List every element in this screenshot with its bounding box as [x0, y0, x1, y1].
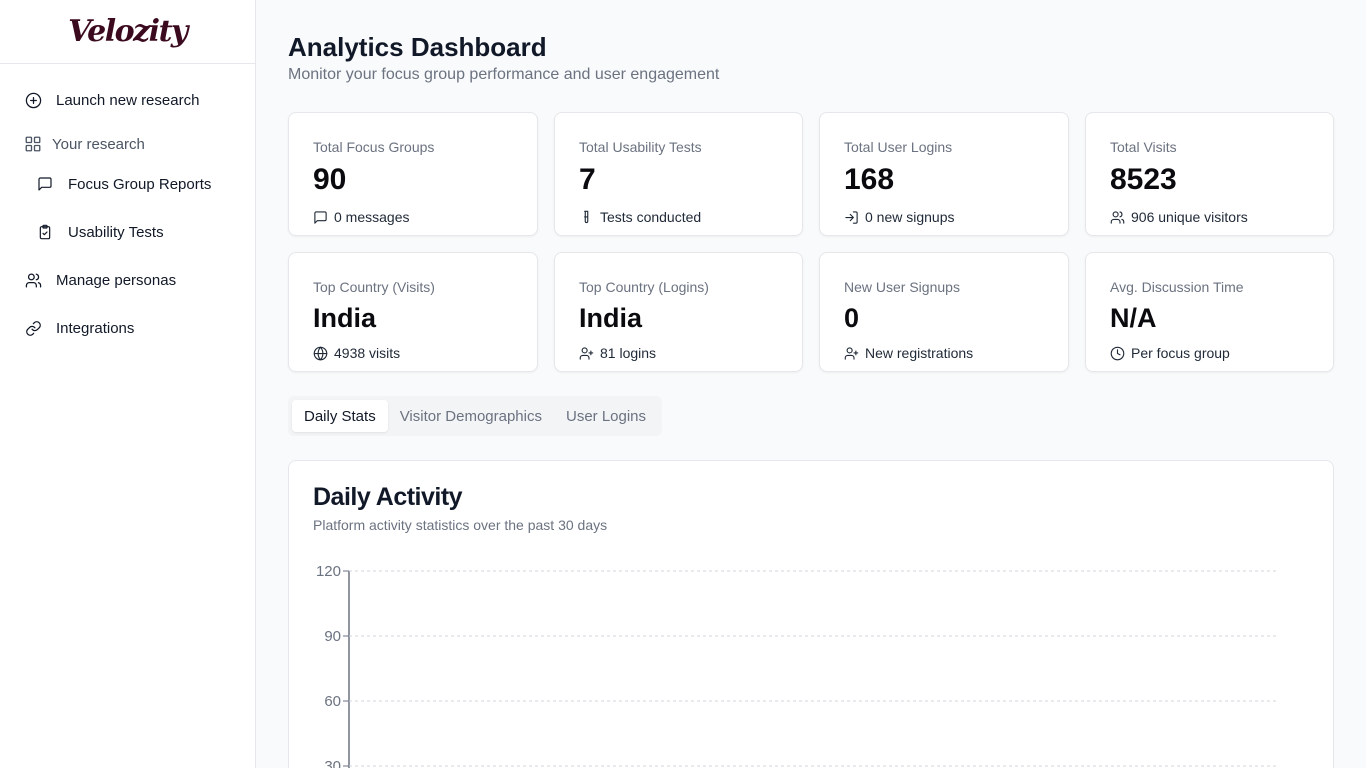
stat-label: Total Visits — [1110, 139, 1177, 155]
stat-card-top-country-visits: Top Country (Visits) India 4938 visits — [288, 252, 538, 372]
stat-card-total-focus-groups: Total Focus Groups 90 0 messages — [288, 112, 538, 236]
stat-sub-text: Per focus group — [1131, 345, 1230, 361]
stat-card-top-country-logins: Top Country (Logins) India 81 logins — [554, 252, 803, 372]
page-title: Analytics Dashboard — [288, 32, 547, 62]
sidebar-item-focus-group-reports[interactable]: Focus Group Reports — [36, 175, 211, 193]
stat-label: Total Focus Groups — [313, 139, 435, 155]
plus-circle-icon — [24, 91, 42, 109]
tab-daily-stats[interactable]: Daily Stats — [292, 400, 388, 432]
daily-activity-panel: Daily Activity Platform activity statist… — [288, 460, 1334, 768]
stat-sub: New registrations — [844, 345, 973, 361]
stat-sub-text: Tests conducted — [600, 209, 702, 225]
sidebar-item-label: Your research — [52, 135, 145, 153]
sidebar-item-usability-tests[interactable]: Usability Tests — [36, 223, 164, 241]
stat-value: 8523 — [1110, 163, 1177, 196]
link-icon — [24, 319, 42, 337]
stat-label: Top Country (Logins) — [579, 279, 709, 295]
message-square-icon — [314, 210, 327, 224]
log-in-icon — [845, 210, 858, 224]
users-icon — [24, 271, 42, 289]
stat-sub: Per focus group — [1110, 345, 1230, 361]
stat-value: India — [313, 303, 377, 333]
stat-sub: 0 messages — [313, 209, 409, 225]
stat-value: 168 — [844, 163, 895, 196]
stat-value: 7 — [579, 163, 596, 196]
sidebar-item-label: Launch new research — [56, 91, 200, 109]
tab-visitor-demographics[interactable]: Visitor Demographics — [388, 400, 554, 432]
stat-card-avg-discussion-time: Avg. Discussion Time N/A Per focus group — [1085, 252, 1334, 372]
stat-sub: Tests conducted — [579, 209, 701, 225]
stat-sub-text: 4938 visits — [334, 345, 401, 361]
sidebar-item-launch-new-research[interactable]: Launch new research — [24, 91, 199, 109]
app-logo[interactable]: Velozity — [68, 14, 188, 49]
stat-card-total-user-logins: Total User Logins 168 0 new signups — [819, 112, 1069, 236]
clipboard-check-icon — [36, 223, 54, 241]
user-plus-icon — [579, 346, 594, 360]
stat-sub: 4938 visits — [313, 345, 400, 361]
y-tick-label: 90 — [324, 628, 341, 645]
stat-sub: 0 new signups — [844, 209, 955, 225]
stat-value: 0 — [844, 303, 860, 333]
stats-tabs: Daily Stats Visitor Demographics User Lo… — [288, 396, 663, 436]
stat-card-total-visits: Total Visits 8523 906 unique visitors — [1085, 112, 1334, 236]
sidebar-item-manage-personas[interactable]: Manage personas — [24, 271, 176, 289]
sidebar-item-integrations[interactable]: Integrations — [24, 319, 134, 337]
sidebar-item-label: Focus Group Reports — [68, 175, 212, 193]
stat-value: 90 — [313, 163, 347, 196]
stat-sub-text: New registrations — [865, 345, 974, 361]
grid-icon — [24, 135, 42, 153]
stat-label: Top Country (Visits) — [313, 279, 435, 295]
stat-value: India — [579, 303, 643, 333]
stat-label: Total Usability Tests — [579, 139, 702, 155]
stat-sub-text: 0 messages — [334, 209, 410, 225]
y-tick-label: 30 — [324, 758, 341, 768]
message-square-icon — [36, 175, 54, 193]
stat-card-new-user-signups: New User Signups 0 New registrations — [819, 252, 1069, 372]
stat-label: Avg. Discussion Time — [1110, 279, 1244, 295]
stat-sub: 81 logins — [579, 345, 656, 361]
y-tick-label: 120 — [316, 563, 341, 580]
sidebar: Velozity Launch new research Your resear… — [0, 0, 256, 768]
globe-icon — [313, 346, 328, 360]
stat-card-total-usability-tests: Total Usability Tests 7 Tests conducted — [554, 112, 803, 236]
test-tube-icon — [584, 210, 589, 223]
sidebar-item-label: Usability Tests — [68, 223, 164, 241]
user-plus-icon — [844, 346, 859, 360]
tab-user-logins[interactable]: User Logins — [554, 400, 658, 432]
stat-label: Total User Logins — [844, 139, 953, 155]
daily-activity-chart: 120 90 60 30 — [316, 563, 1277, 768]
sidebar-item-label: Integrations — [56, 319, 135, 337]
stat-sub-text: 81 logins — [600, 345, 657, 361]
sidebar-item-your-research[interactable]: Your research — [24, 135, 145, 153]
stat-sub-text: 0 new signups — [865, 209, 955, 225]
logo-area: Velozity — [0, 0, 255, 64]
sidebar-item-label: Manage personas — [56, 271, 177, 289]
stat-value: N/A — [1110, 303, 1157, 333]
clock-icon — [1110, 346, 1125, 360]
stat-sub-text: 906 unique visitors — [1131, 209, 1248, 225]
users-icon — [1110, 210, 1125, 224]
page-subtitle: Monitor your focus group performance and… — [288, 66, 720, 83]
y-tick-label: 60 — [324, 693, 341, 710]
stat-label: New User Signups — [844, 279, 960, 295]
stat-sub: 906 unique visitors — [1110, 209, 1248, 225]
